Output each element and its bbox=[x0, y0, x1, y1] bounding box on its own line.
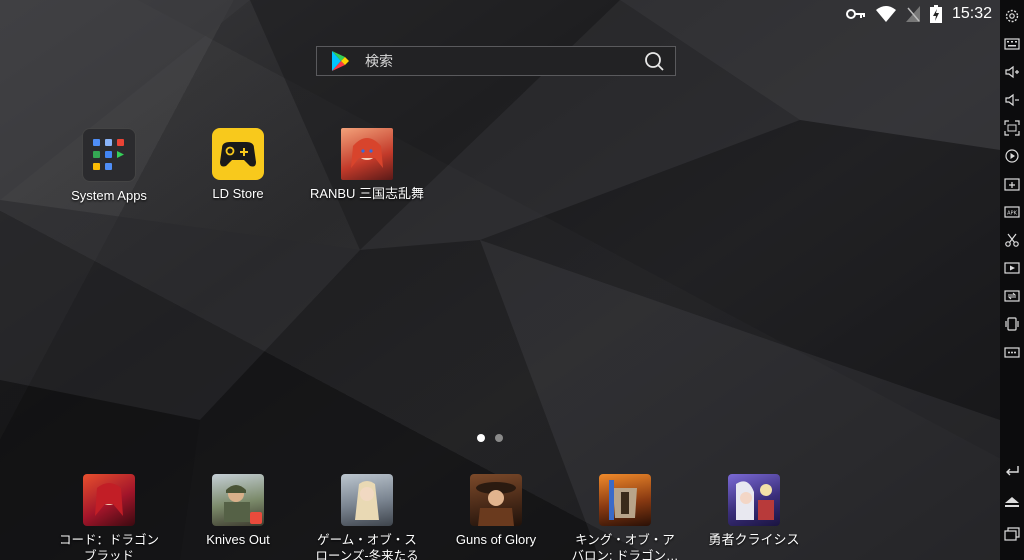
battery-charging-icon bbox=[929, 5, 942, 23]
volume-up-icon[interactable] bbox=[1004, 64, 1020, 80]
record-icon[interactable] bbox=[1004, 148, 1020, 164]
app-label: ゲーム・オブ・ス ローンズ-冬来たる bbox=[315, 533, 419, 560]
system-apps-folder-icon bbox=[82, 128, 136, 182]
app-code-dragon-blood[interactable]: コード：ドラゴン ブラッド bbox=[44, 474, 174, 560]
app-label: LD Store bbox=[212, 186, 264, 201]
google-play-icon bbox=[332, 51, 349, 71]
page-dot[interactable] bbox=[495, 434, 503, 442]
home-icon[interactable] bbox=[1004, 494, 1020, 510]
svg-text:APK: APK bbox=[1007, 211, 1017, 217]
knives-out-game-icon bbox=[212, 474, 264, 526]
add-app-icon[interactable] bbox=[1004, 176, 1020, 192]
shake-icon[interactable] bbox=[1004, 316, 1020, 332]
app-label: RANBU 三国志乱舞 bbox=[309, 186, 425, 201]
more-icon[interactable] bbox=[1004, 344, 1020, 360]
video-icon[interactable] bbox=[1004, 260, 1020, 276]
game-of-thrones-game-icon bbox=[341, 474, 393, 526]
app-king-of-avalon[interactable]: キング・オブ・ア バロン: ドラゴン… bbox=[560, 474, 690, 560]
guns-of-glory-game-icon bbox=[470, 474, 522, 526]
app-game-of-thrones[interactable]: ゲーム・オブ・ス ローンズ-冬来たる bbox=[302, 474, 432, 560]
app-label: Guns of Glory bbox=[455, 532, 537, 547]
keyboard-icon[interactable] bbox=[1004, 36, 1020, 52]
code-dragon-blood-game-icon bbox=[83, 474, 135, 526]
app-ld-store[interactable]: LD Store bbox=[173, 128, 303, 202]
settings-gear-icon[interactable] bbox=[1004, 8, 1020, 24]
play-store-search-bar[interactable]: 検索 bbox=[316, 46, 676, 76]
scissors-icon[interactable] bbox=[1004, 232, 1020, 248]
yusha-crisis-game-icon bbox=[728, 474, 780, 526]
status-bar: 15:32 bbox=[845, 3, 992, 25]
app-label: 勇者クライシス bbox=[708, 532, 800, 547]
search-icon[interactable] bbox=[643, 50, 665, 72]
app-guns-of-glory[interactable]: Guns of Glory bbox=[431, 474, 561, 548]
app-label: キング・オブ・ア バロン: ドラゴン… bbox=[571, 533, 679, 560]
app-label: Knives Out bbox=[206, 532, 270, 547]
app-label: コード：ドラゴン ブラッド bbox=[58, 533, 159, 560]
apk-icon[interactable]: APK bbox=[1004, 204, 1020, 220]
volume-down-icon[interactable] bbox=[1004, 92, 1020, 108]
wifi-icon bbox=[875, 6, 896, 22]
app-system-apps[interactable]: System Apps bbox=[44, 128, 174, 204]
signal-icon bbox=[905, 6, 920, 22]
ranbu-game-icon bbox=[341, 128, 393, 180]
king-of-avalon-game-icon bbox=[599, 474, 651, 526]
fullscreen-icon[interactable] bbox=[1004, 120, 1020, 136]
search-placeholder[interactable]: 検索 bbox=[365, 51, 643, 71]
recents-icon[interactable] bbox=[1004, 526, 1020, 542]
ld-store-gamepad-icon bbox=[212, 128, 264, 180]
key-icon bbox=[845, 9, 865, 19]
clock: 15:32 bbox=[951, 5, 992, 22]
emulator-screen: 15:32 検索 System Apps LD Store RANBU 三国志乱… bbox=[0, 0, 1000, 560]
app-knives-out[interactable]: Knives Out bbox=[173, 474, 303, 548]
back-icon[interactable] bbox=[1004, 462, 1020, 478]
page-indicator bbox=[477, 434, 503, 442]
sync-icon[interactable] bbox=[1004, 288, 1020, 304]
page-dot-active[interactable] bbox=[477, 434, 485, 442]
emulator-toolbar: APK bbox=[1000, 0, 1024, 560]
app-yusha-crisis[interactable]: 勇者クライシス bbox=[689, 474, 819, 548]
app-label: System Apps bbox=[71, 188, 147, 203]
app-ranbu[interactable]: RANBU 三国志乱舞 bbox=[302, 128, 432, 202]
